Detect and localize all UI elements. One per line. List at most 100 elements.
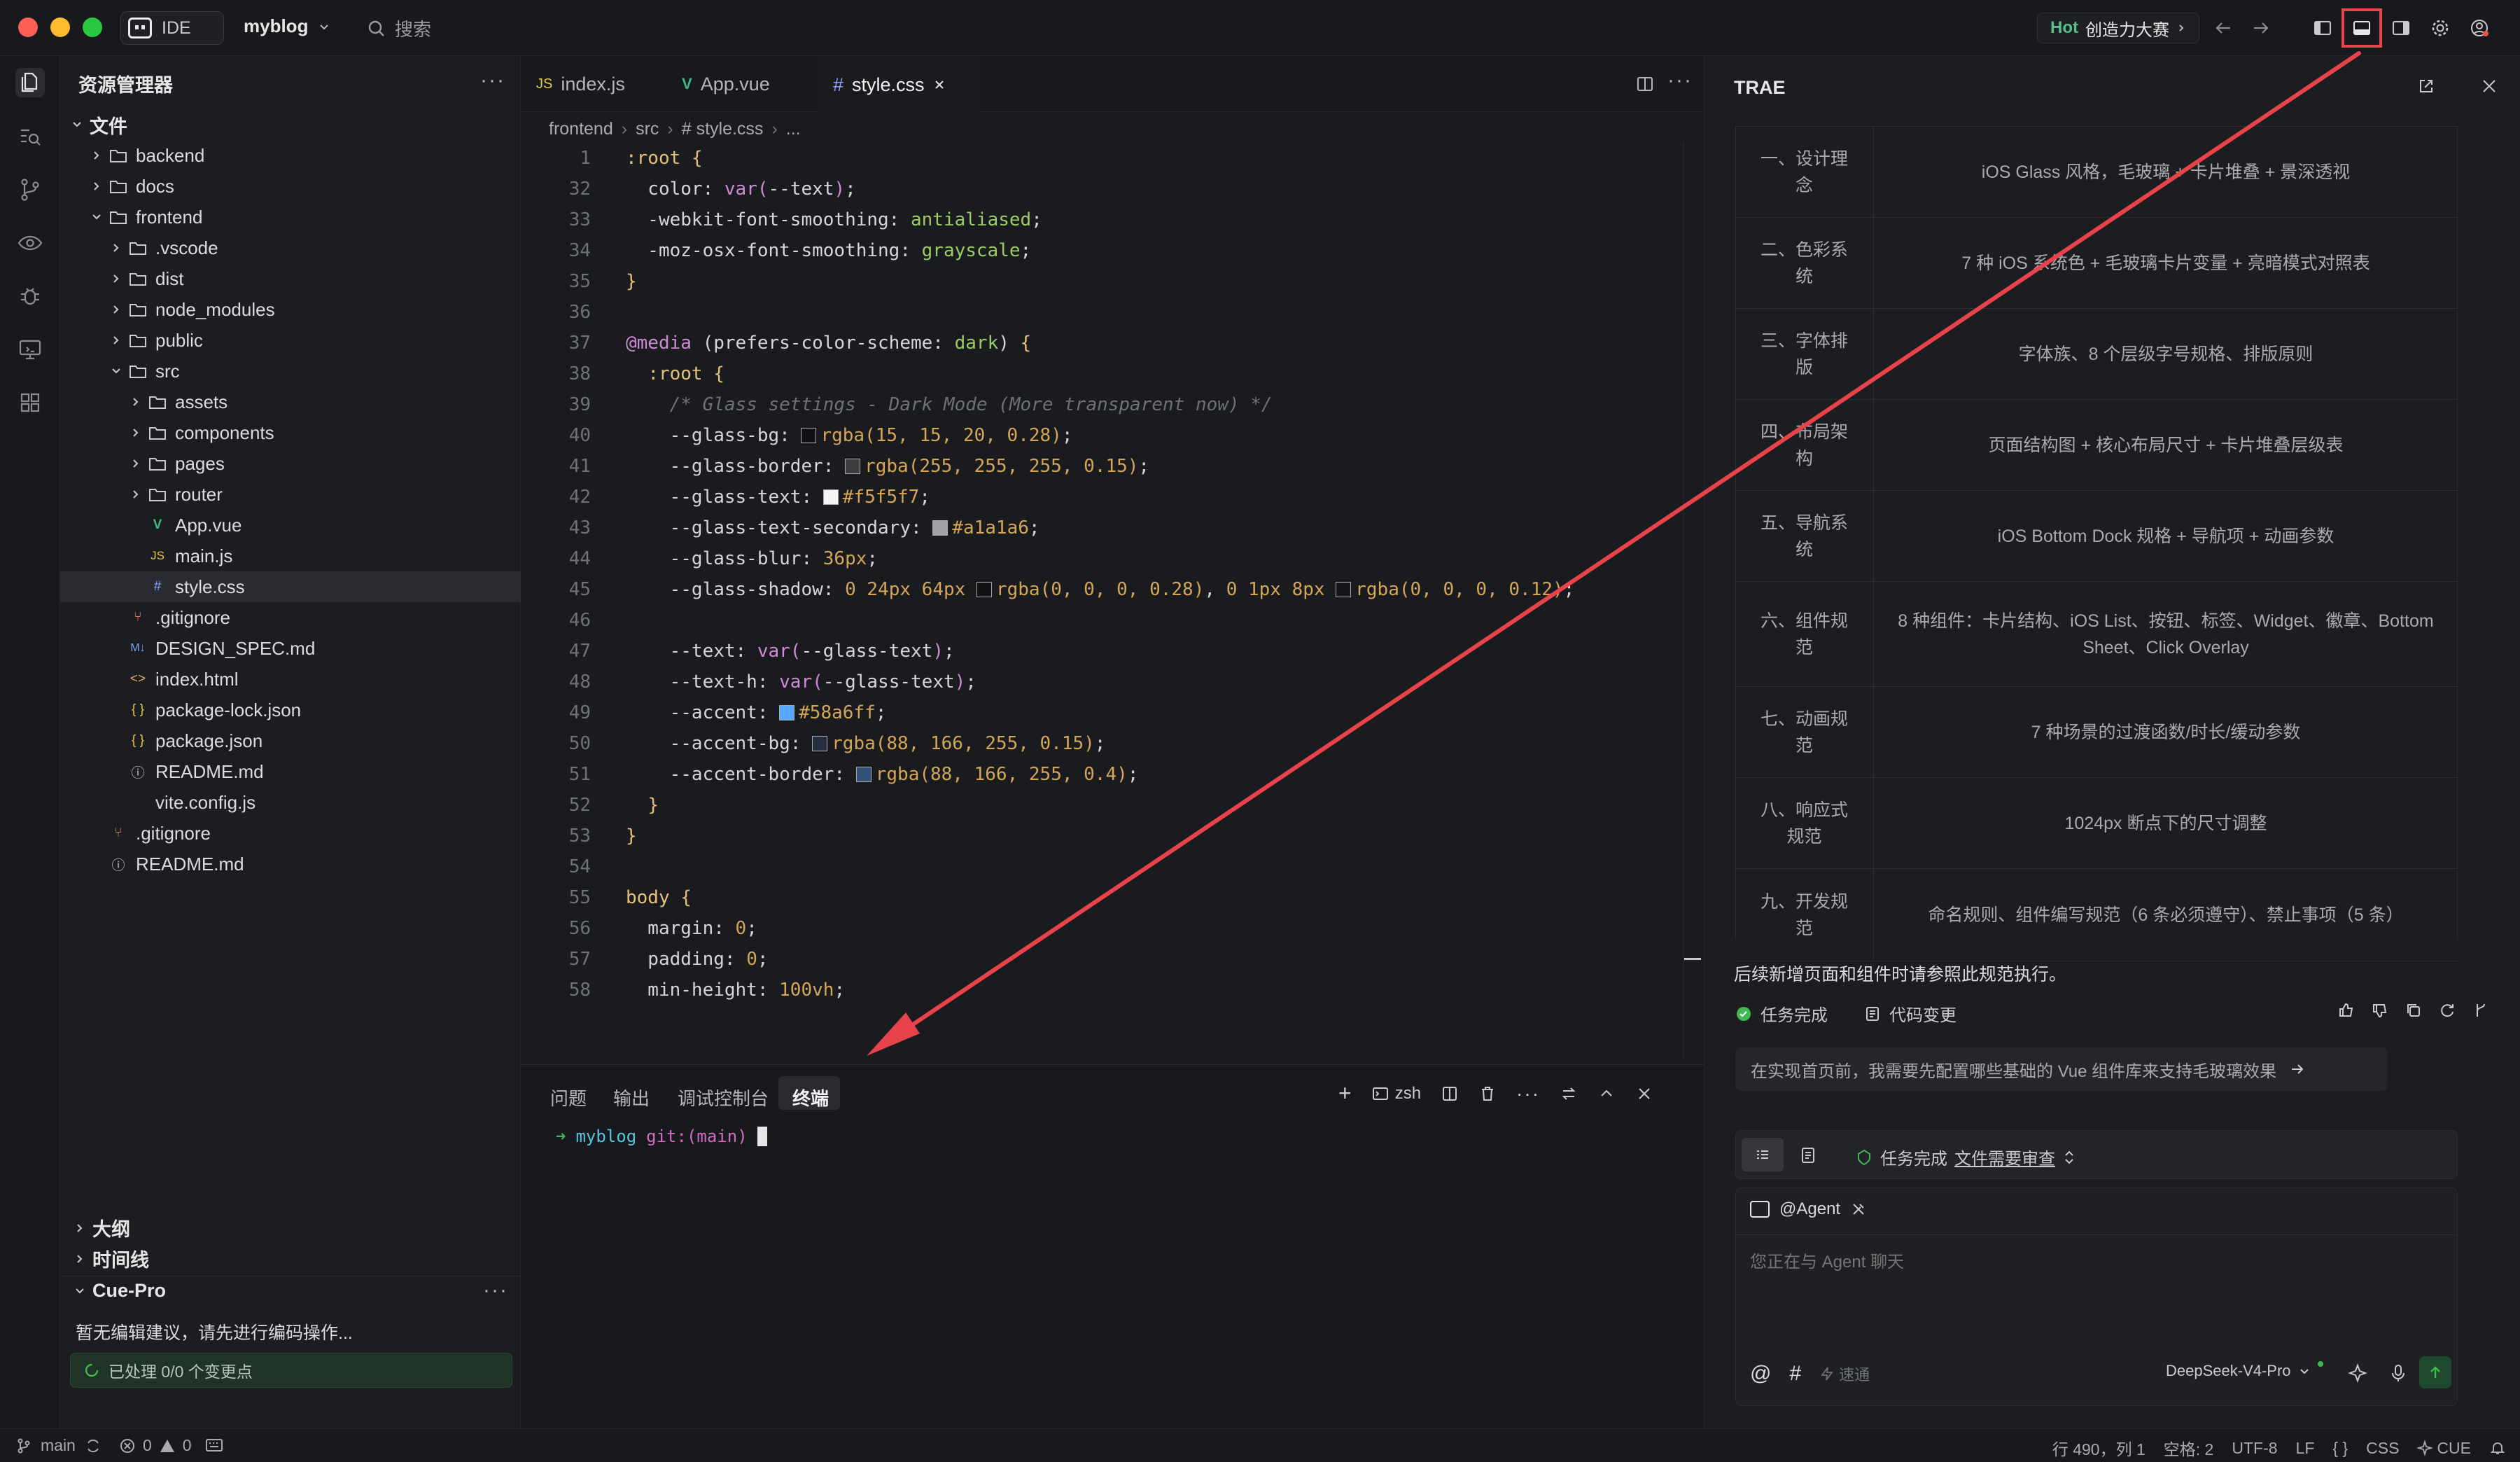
tab-output[interactable]: 输出 xyxy=(613,1085,650,1111)
tree-file[interactable]: { } package-lock.json xyxy=(60,695,521,725)
tree-file[interactable]: M↓ DESIGN_SPEC.md xyxy=(60,633,521,664)
breadcrumb-item[interactable]: # style.css xyxy=(682,119,764,139)
close-window-button[interactable] xyxy=(18,18,38,37)
project-switcher[interactable]: myblog xyxy=(244,15,330,37)
mention-button[interactable]: @ xyxy=(1750,1362,1771,1386)
suggestion-chip[interactable]: 在实现首页前，我需要先配置哪些基础的 Vue 组件库来支持毛玻璃效果 xyxy=(1735,1047,2388,1091)
chevron-up-icon[interactable] xyxy=(1597,1085,1616,1103)
code-line[interactable]: 56 margin: 0; xyxy=(521,913,757,944)
tree-folder[interactable]: pages xyxy=(60,448,521,479)
agent-selector[interactable]: @Agent xyxy=(1750,1199,1867,1219)
code-line[interactable]: 37 @media (prefers-color-scheme: dark) { xyxy=(521,328,1032,358)
tab-index-js[interactable]: JS index.js xyxy=(521,56,640,112)
toggle-left-sidebar-icon[interactable] xyxy=(2311,17,2334,39)
tree-file[interactable]: ⑂ .gitignore xyxy=(60,818,521,849)
microphone-icon[interactable] xyxy=(2388,1363,2408,1383)
maximize-window-button[interactable] xyxy=(83,18,102,37)
model-selector[interactable]: DeepSeek-V4-Pro xyxy=(2166,1361,2323,1380)
code-line[interactable]: 53} xyxy=(521,821,637,851)
code-line[interactable]: 58 min-height: 100vh; xyxy=(521,975,845,1005)
tree-folder[interactable]: docs xyxy=(60,171,521,202)
tree-file[interactable]: vite.config.js xyxy=(60,787,521,818)
code-line[interactable]: 33 -webkit-font-smoothing: antialiased; xyxy=(521,204,1042,235)
code-line[interactable]: 35} xyxy=(521,266,637,297)
code-line[interactable]: 55 body { xyxy=(521,882,692,913)
tree-folder[interactable]: assets xyxy=(60,387,521,417)
code-line[interactable]: 49 --accent: #58a6ff; xyxy=(521,697,887,728)
new-terminal-icon[interactable]: + xyxy=(1338,1080,1352,1106)
editor-more-icon[interactable]: ··· xyxy=(1667,69,1693,92)
sparkle-icon[interactable] xyxy=(2348,1363,2367,1383)
code-view[interactable]: 1:root {32 color: var(--text); 33 -webkit… xyxy=(521,143,1690,1061)
code-line[interactable]: 57 padding: 0; xyxy=(521,944,769,975)
code-line[interactable]: 40 --glass-bg: rgba(15, 15, 20, 0.28); xyxy=(521,420,1073,451)
breadcrumb-item[interactable]: ... xyxy=(786,119,801,139)
close-tab-icon[interactable] xyxy=(933,78,946,91)
review-link[interactable]: 文件需要审查 xyxy=(1954,1145,2055,1169)
branch-icon[interactable] xyxy=(2472,1001,2490,1019)
thumbs-up-icon[interactable] xyxy=(2337,1001,2356,1019)
cue-status-item[interactable]: CUE xyxy=(2417,1439,2471,1458)
account-icon[interactable] xyxy=(2468,17,2491,39)
tree-folder[interactable]: router xyxy=(60,479,521,510)
debug-activity[interactable] xyxy=(15,281,45,311)
code-line[interactable]: 44 --glass-blur: 36px; xyxy=(521,543,878,574)
hot-banner-button[interactable]: Hot 创造力大赛 xyxy=(2037,13,2199,43)
tree-folder[interactable]: backend xyxy=(60,140,521,171)
source-control-activity[interactable] xyxy=(15,175,45,204)
list-view-button[interactable] xyxy=(1742,1138,1784,1171)
code-line[interactable]: 48 --text-h: var(--glass-text); xyxy=(521,667,976,697)
minimize-window-button[interactable] xyxy=(50,18,70,37)
tree-folder[interactable]: src xyxy=(60,356,521,387)
send-button[interactable] xyxy=(2419,1356,2451,1388)
code-changes-button[interactable]: 代码变更 xyxy=(1864,1001,1956,1026)
code-line[interactable]: 52 } xyxy=(521,790,659,821)
keyboard-icon[interactable] xyxy=(204,1436,224,1454)
tree-file[interactable]: # style.css xyxy=(60,571,521,602)
document-icon[interactable] xyxy=(1799,1146,1817,1164)
tree-folder[interactable]: public xyxy=(60,325,521,356)
close-icon[interactable] xyxy=(2480,77,2498,95)
tree-file[interactable]: ⓘ README.md xyxy=(60,849,521,879)
trash-icon[interactable] xyxy=(1478,1085,1497,1103)
search-box[interactable]: 搜索 xyxy=(367,15,431,41)
terminal-shell[interactable]: zsh xyxy=(1371,1084,1421,1104)
gear-icon[interactable] xyxy=(2429,17,2451,39)
outline-section[interactable]: 大纲 xyxy=(73,1214,130,1241)
code-line[interactable]: 51 --accent-border: rgba(88, 166, 255, 0… xyxy=(521,759,1139,790)
sync-icon[interactable] xyxy=(84,1437,102,1455)
extensions-activity[interactable] xyxy=(15,388,45,417)
more-actions-icon[interactable]: ··· xyxy=(480,69,505,92)
preview-activity[interactable] xyxy=(15,228,45,258)
cue-pro-section[interactable]: Cue-Pro xyxy=(73,1280,166,1302)
explorer-activity[interactable] xyxy=(15,68,45,97)
code-line[interactable]: 39 /* Glass settings - Dark Mode (More t… xyxy=(521,389,1273,420)
breadcrumb-item[interactable]: frontend xyxy=(549,119,613,139)
tree-folder[interactable]: node_modules xyxy=(60,294,521,325)
code-line[interactable]: 46 xyxy=(521,605,591,636)
tree-file[interactable]: ⑂ .gitignore xyxy=(60,602,521,633)
close-panel-icon[interactable] xyxy=(1635,1085,1653,1103)
tab-app-vue[interactable]: V App.vue xyxy=(666,56,785,112)
code-line[interactable]: 47 --text: var(--glass-text); xyxy=(521,636,955,667)
tab-style-css[interactable]: # style.css xyxy=(818,56,981,112)
code-line[interactable]: 42 --glass-text: #f5f5f7; xyxy=(521,482,930,513)
toggle-right-sidebar-icon[interactable] xyxy=(2390,17,2412,39)
code-line[interactable]: 50 --accent-bg: rgba(88, 166, 255, 0.15)… xyxy=(521,728,1106,759)
tree-file[interactable]: JS main.js xyxy=(60,541,521,571)
tree-file[interactable]: { } package.json xyxy=(60,725,521,756)
line-ending[interactable]: LF xyxy=(2296,1439,2315,1458)
tab-problems[interactable]: 问题 xyxy=(550,1085,587,1111)
code-line[interactable]: 43 --glass-text-secondary: #a1a1a6; xyxy=(521,513,1040,543)
breadcrumb-item[interactable]: src xyxy=(636,119,659,139)
code-line[interactable]: 34 -moz-osx-font-smoothing: grayscale; xyxy=(521,235,1032,266)
hash-button[interactable]: # xyxy=(1789,1362,1801,1386)
panel-more-icon[interactable]: ··· xyxy=(1516,1082,1540,1105)
cursor-position[interactable]: 行 490，列 1 xyxy=(2052,1436,2146,1460)
tree-folder[interactable]: dist xyxy=(60,263,521,294)
split-editor-icon[interactable] xyxy=(1634,73,1656,95)
code-line[interactable]: 41 --glass-border: rgba(255, 255, 255, 0… xyxy=(521,451,1149,482)
chat-input[interactable] xyxy=(1750,1248,2436,1276)
bell-icon[interactable] xyxy=(2489,1440,2506,1456)
split-terminal-icon[interactable] xyxy=(1441,1085,1459,1103)
